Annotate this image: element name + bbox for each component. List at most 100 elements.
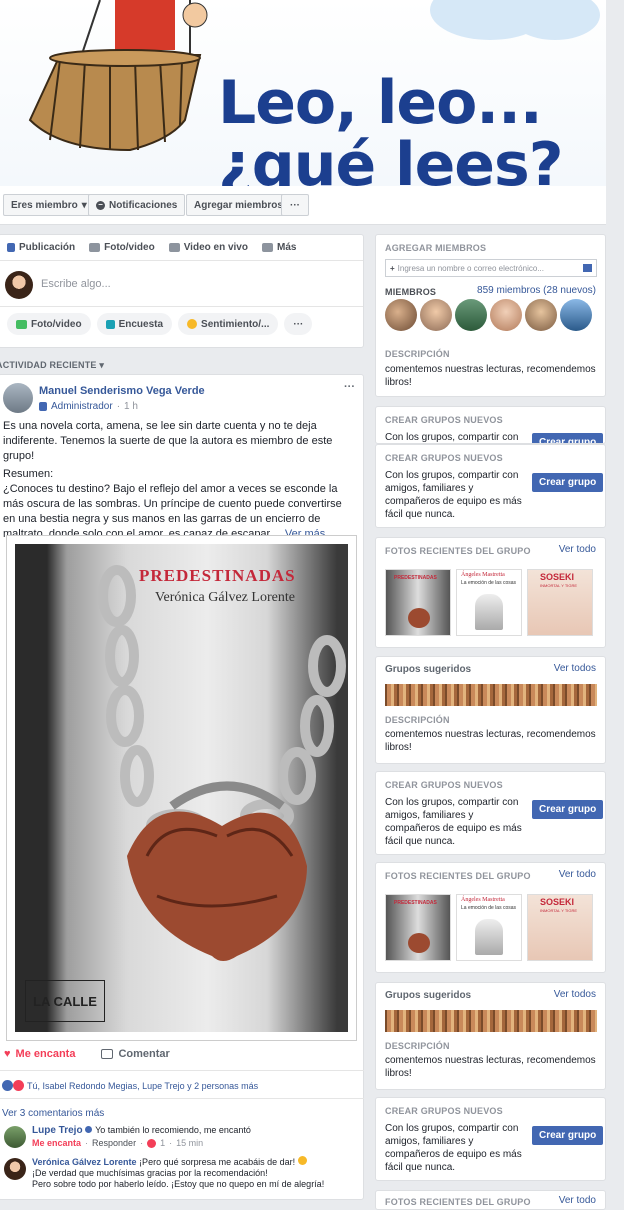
- see-all-photos-link[interactable]: Ver todo: [559, 869, 596, 880]
- see-all-photos-link[interactable]: Ver todo: [559, 1195, 596, 1206]
- comment-time[interactable]: 15 min: [176, 1138, 203, 1148]
- camera-icon: [89, 243, 101, 252]
- see-all-groups-link[interactable]: Ver todos: [554, 663, 596, 674]
- recent-photos-card: FOTOS RECIENTES DEL GRUPO Ver todo PREDE…: [375, 537, 606, 648]
- book-cover-image[interactable]: PREDESTINADAS Verónica Gálvez Lorente LA…: [6, 535, 357, 1041]
- suggested-groups-header: Grupos sugeridos: [385, 990, 472, 1001]
- photo-thumbnail[interactable]: PREDESTINADAS: [385, 569, 451, 636]
- members-count-link[interactable]: 859 miembros (28 nuevos): [477, 285, 596, 296]
- member-avatars: [385, 299, 592, 331]
- admin-badge[interactable]: Administrador: [51, 401, 113, 412]
- comment-author-link[interactable]: Lupe Trejo: [32, 1125, 83, 1136]
- recent-photos-card-partial: FOTOS RECIENTES DEL GRUPO Ver todo: [375, 1190, 606, 1210]
- publisher-logo: LA CALLE: [25, 980, 105, 1022]
- post-summary-label: Resumen:: [3, 468, 54, 480]
- tab-publication[interactable]: Publicación: [7, 241, 75, 254]
- post-paragraph: Es una novela corta, amena, se lee sin d…: [3, 420, 333, 462]
- comment-item: Lupe Trejo Yo también lo recomiendo, me …: [32, 1125, 251, 1136]
- post-body: Es una novela corta, amena, se lee sin d…: [3, 419, 357, 542]
- commenter-avatar[interactable]: [4, 1158, 26, 1180]
- contact-card-icon: [583, 264, 592, 272]
- tab-photo-video[interactable]: Foto/video: [89, 241, 155, 254]
- create-groups-text: Con los grupos, compartir con: [385, 432, 519, 443]
- admin-shield-icon: [39, 402, 47, 411]
- love-reaction-button[interactable]: ♥ Me encanta: [4, 1048, 75, 1060]
- member-status-button[interactable]: Eres miembro ▾: [3, 194, 95, 216]
- tab-more[interactable]: Más: [261, 241, 296, 254]
- create-group-button[interactable]: Crear grupo: [532, 800, 604, 819]
- book-author: Verónica Gálvez Lorente: [155, 590, 295, 605]
- member-avatar[interactable]: [525, 299, 557, 331]
- minus-circle-icon: −: [96, 200, 105, 210]
- more-pill[interactable]: ···: [284, 313, 313, 335]
- notifications-button[interactable]: − Notificaciones: [88, 194, 186, 216]
- more-options-button[interactable]: ···: [281, 194, 309, 216]
- cover-title: Leo, leo... ¿qué lees?: [218, 68, 564, 186]
- add-member-input[interactable]: + Ingresa un nombre o correo electrónico…: [385, 259, 597, 277]
- group-description: comentemos nuestras lecturas, recomendem…: [385, 364, 596, 388]
- member-avatar[interactable]: [490, 299, 522, 331]
- recent-activity-dropdown[interactable]: ACTIVIDAD RECIENTE ▾: [0, 360, 104, 371]
- add-members-button[interactable]: Agregar miembros: [186, 194, 291, 216]
- photo-thumbnail[interactable]: SOSEKI INMORTAL Y TIGRE: [527, 894, 593, 961]
- member-avatar[interactable]: [420, 299, 452, 331]
- comment-text: Pero sobre todo por haberlo leído. ¡Esto…: [32, 1179, 325, 1189]
- comment-author-link[interactable]: Verónica Gálvez Lorente: [32, 1157, 137, 1167]
- create-groups-text: Con los grupos, compartir con amigos, fa…: [385, 470, 522, 520]
- create-groups-text: Con los grupos, compartir con amigos, fa…: [385, 1123, 522, 1173]
- description-header: DESCRIPCIÓN: [385, 1041, 450, 1051]
- member-avatar[interactable]: [560, 299, 592, 331]
- view-more-comments-link[interactable]: Ver 3 comentarios más: [2, 1108, 104, 1119]
- create-groups-header: CREAR GRUPOS NUEVOS: [385, 1106, 503, 1116]
- photo-icon: [16, 319, 27, 329]
- create-groups-header: CREAR GRUPOS NUEVOS: [385, 780, 503, 790]
- photo-thumbnail[interactable]: Ángeles Mastretta La emoción de las cosas: [456, 569, 522, 636]
- post-author-link[interactable]: Manuel Senderismo Vega Verde: [39, 385, 205, 397]
- description-header: DESCRIPCIÓN: [385, 715, 450, 725]
- comment-reply-button[interactable]: Responder: [92, 1138, 136, 1148]
- composer-input[interactable]: Escribe algo...: [41, 278, 111, 290]
- tab-live-video[interactable]: Video en vivo: [168, 241, 248, 254]
- see-all-groups-link[interactable]: Ver todos: [554, 989, 596, 1000]
- suggested-groups-card: Grupos sugeridos Ver todos DESCRIPCIÓN c…: [375, 982, 606, 1090]
- heart-icon: ♥: [4, 1048, 11, 1060]
- comment-reaction-count[interactable]: 1: [160, 1138, 165, 1148]
- photo-thumbnail[interactable]: PREDESTINADAS: [385, 894, 451, 961]
- post-options-icon[interactable]: ···: [344, 381, 355, 393]
- create-groups-header: CREAR GRUPOS NUEVOS: [385, 415, 503, 425]
- create-group-button[interactable]: Crear grupo: [532, 433, 604, 443]
- comment-love-button[interactable]: Me encanta: [32, 1138, 81, 1148]
- create-groups-header: CREAR GRUPOS NUEVOS: [385, 453, 503, 463]
- post-composer: Publicación Foto/video Video en vivo Más…: [0, 234, 364, 348]
- create-group-button[interactable]: Crear grupo: [532, 473, 604, 492]
- commenter-avatar[interactable]: [4, 1126, 26, 1148]
- grid-icon: [261, 243, 273, 252]
- comment-text: ¡Pero qué sorpresa me acabáis de dar!: [139, 1157, 296, 1167]
- comment-item: Verónica Gálvez Lorente ¡Pero qué sorpre…: [32, 1156, 362, 1190]
- heart-count-icon: [147, 1138, 157, 1148]
- balloon-basket-illustration: [28, 0, 208, 152]
- group-cover-photo: Leo, leo... ¿qué lees?: [0, 0, 606, 186]
- member-avatar[interactable]: [385, 299, 417, 331]
- member-avatar[interactable]: [455, 299, 487, 331]
- add-members-card: AGREGAR MIEMBROS + Ingresa un nombre o c…: [375, 234, 606, 397]
- author-avatar[interactable]: [3, 383, 33, 413]
- comment-button[interactable]: Comentar: [101, 1048, 170, 1060]
- create-group-button[interactable]: Crear grupo: [532, 1126, 604, 1145]
- see-all-photos-link[interactable]: Ver todo: [559, 544, 596, 555]
- reactions-summary[interactable]: Tú, Isabel Redondo Megias, Lupe Trejo y …: [2, 1080, 258, 1091]
- photo-thumbnail[interactable]: Ángeles Mastretta La emoción de las cosas: [456, 894, 522, 961]
- description-header: DESCRIPCIÓN: [385, 349, 450, 359]
- chain-padlock-illustration: [98, 565, 346, 961]
- suggested-group-cover[interactable]: [385, 1010, 597, 1032]
- video-icon: [168, 243, 180, 252]
- members-header: MIEMBROS: [385, 287, 437, 297]
- photo-video-pill[interactable]: Foto/video: [7, 313, 91, 335]
- group-action-bar: Eres miembro ▾ − Notificaciones Agregar m…: [0, 186, 606, 225]
- photo-thumbnail[interactable]: SOSEKI INMORTAL Y TIGRE: [527, 569, 593, 636]
- poll-pill[interactable]: Encuesta: [96, 313, 173, 335]
- post-time[interactable]: 1 h: [124, 401, 138, 412]
- suggested-group-cover[interactable]: [385, 684, 597, 706]
- create-groups-card: CREAR GRUPOS NUEVOS Con los grupos, comp…: [375, 771, 606, 855]
- feeling-pill[interactable]: Sentimiento/...: [178, 313, 279, 335]
